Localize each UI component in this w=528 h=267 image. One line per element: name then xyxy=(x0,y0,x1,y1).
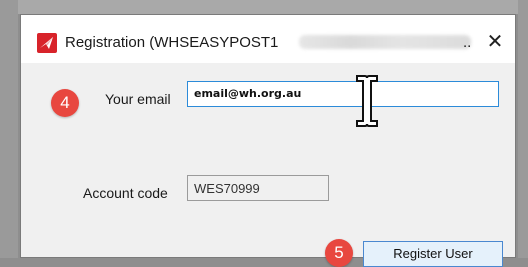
close-icon: ✕ xyxy=(486,31,504,53)
app-logo-icon xyxy=(37,33,57,53)
email-label: Your email xyxy=(105,91,171,107)
close-button[interactable]: ✕ xyxy=(483,30,507,54)
background-right xyxy=(518,0,528,258)
title-bar[interactable]: Registration (WHSEASYPOST1 .. ✕ xyxy=(21,15,515,63)
account-code-label: Account code xyxy=(83,185,168,201)
text-cursor-icon xyxy=(356,75,378,127)
blurred-title-text xyxy=(299,35,471,49)
background-top xyxy=(0,0,528,14)
account-code-field: WES70999 xyxy=(187,175,329,201)
step-4-badge: 4 xyxy=(51,89,79,117)
title-ellipsis: .. xyxy=(463,34,472,51)
background-left xyxy=(0,0,18,258)
window-title: Registration (WHSEASYPOST1 xyxy=(65,34,279,51)
step-5-badge: 5 xyxy=(325,239,353,267)
dialog-content: 4 Your email email@wh.org.au Account cod… xyxy=(21,63,515,267)
register-user-button[interactable]: Register User xyxy=(363,241,503,267)
email-input[interactable]: email@wh.org.au xyxy=(187,81,499,107)
registration-dialog: Registration (WHSEASYPOST1 .. ✕ 4 Your e… xyxy=(20,14,516,267)
